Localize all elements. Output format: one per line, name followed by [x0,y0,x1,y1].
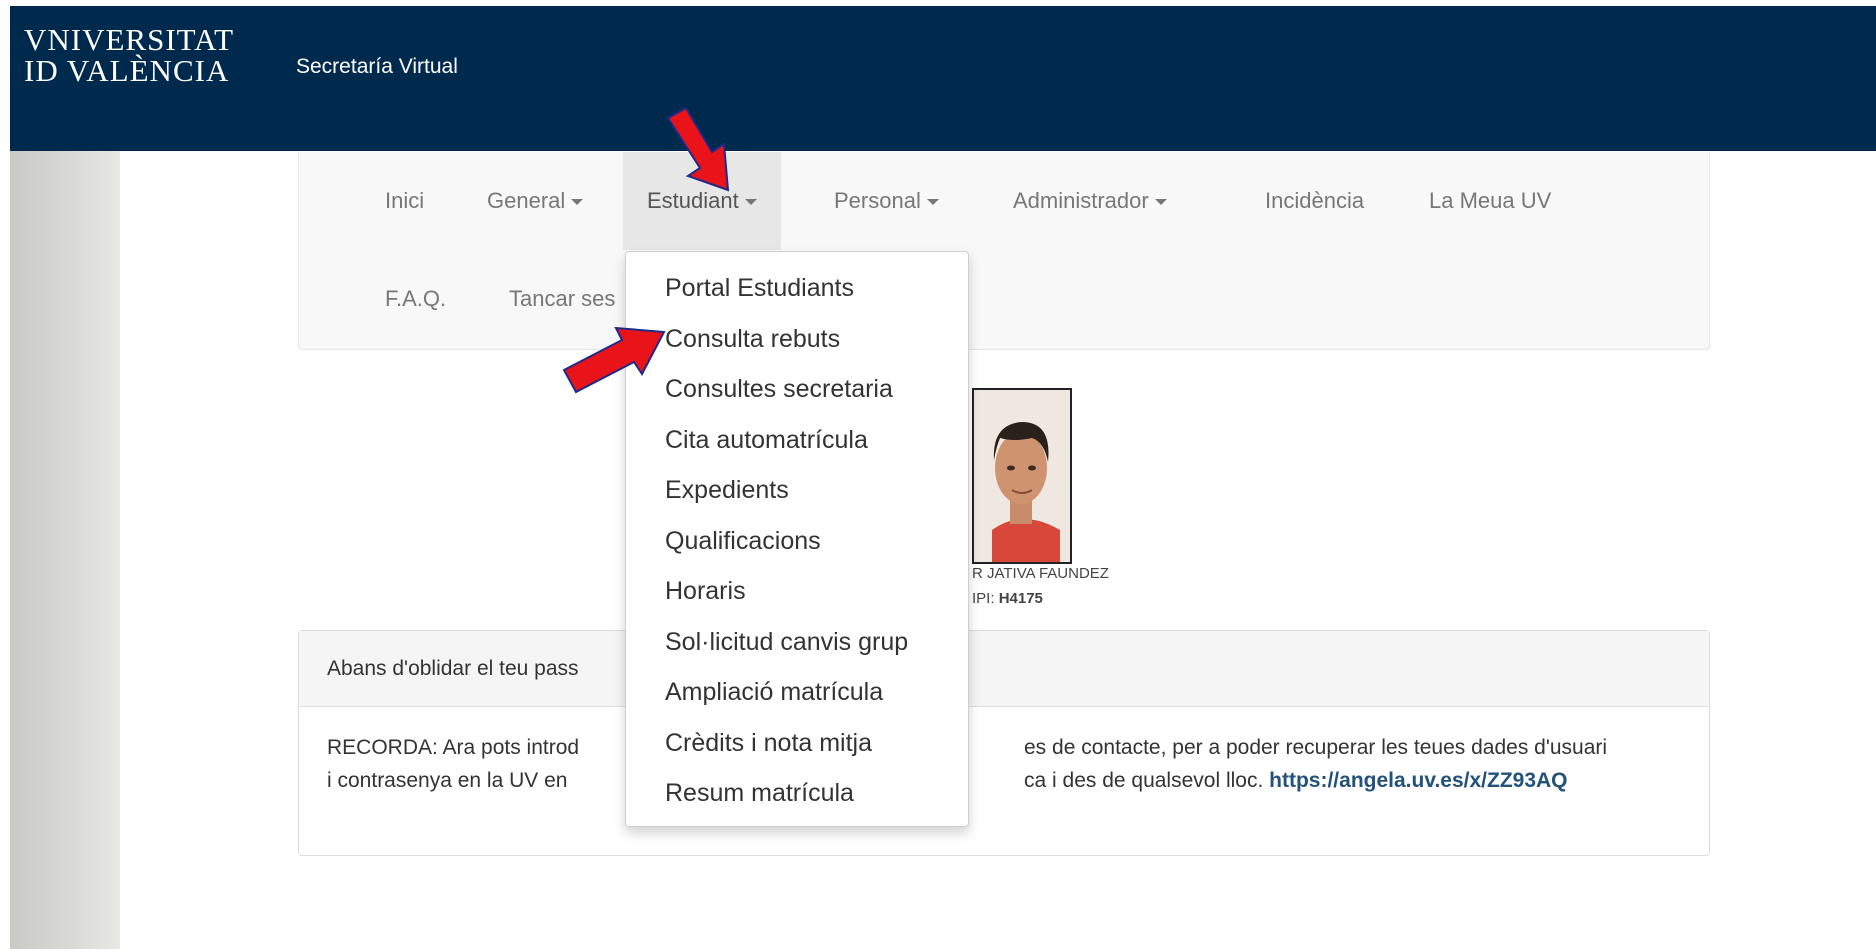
user-name: R JATIVA FAUNDEZ [972,565,1109,582]
notice-text: es de contacte, per a poder recuperar le… [1024,736,1608,759]
main-navbar: Inici General Estudiant Personal Adminis… [298,152,1710,350]
notice-line-1: RECORDA: Ara pots introd es de contacte,… [327,731,1681,764]
user-profile [972,388,1072,564]
nav-item-label: La Meua UV [1429,188,1552,213]
estudiant-dropdown-menu: Portal Estudiants Consulta rebuts Consul… [625,251,969,827]
nip-label: IPI: [972,590,995,607]
nav-item-administrador[interactable]: Administrador [989,152,1191,250]
menu-item-ampliacio-matricula[interactable]: Ampliació matrícula [626,667,968,718]
menu-item-credits-nota-mitja[interactable]: Crèdits i nota mitja [626,718,968,769]
notice-line-2: i contrasenya en la UV en ca i des de qu… [327,764,1681,797]
notice-text: RECORDA: Ara pots introd [327,736,580,759]
user-photo-avatar [972,388,1072,564]
caret-down-icon [1154,199,1167,206]
menu-item-cita-automatricula[interactable]: Cita automatrícula [626,415,968,466]
red-arrow-right-icon [562,326,666,394]
nav-item-la-meua-uv[interactable]: La Meua UV [1405,152,1575,250]
nav-item-general[interactable]: General [463,152,607,250]
notice-text: i contrasenya en la UV en [327,769,568,792]
nip-value: H4175 [998,590,1043,607]
left-sidebar-strip [10,151,120,949]
app-title[interactable]: Secretaría Virtual [296,55,458,79]
menu-item-portal-estudiants[interactable]: Portal Estudiants [626,263,968,314]
nav-item-inici[interactable]: Inici [361,152,448,250]
menu-item-horaris[interactable]: Horaris [626,566,968,617]
notice-body: RECORDA: Ara pots introd es de contacte,… [299,707,1709,821]
red-arrow-down-icon [666,108,730,192]
logo-line-1: VNIVERSITAT [24,22,235,57]
nav-item-incidencia[interactable]: Incidència [1241,152,1388,250]
menu-item-expedients[interactable]: Expedients [626,465,968,516]
nav-item-personal[interactable]: Personal [810,152,963,250]
caret-down-icon [926,199,939,206]
top-header-bar: VNIVERSITAT ID VALÈNCIA Secretaría Virtu… [10,6,1876,151]
nav-item-faq[interactable]: F.A.Q. [361,250,470,348]
portrait-image [974,390,1070,562]
menu-item-consulta-rebuts[interactable]: Consulta rebuts [626,314,968,365]
nav-item-label: F.A.Q. [385,286,447,311]
menu-item-qualificacions[interactable]: Qualificacions [626,516,968,567]
nav-item-label: Incidència [1265,188,1365,213]
nav-item-label: General [487,188,566,213]
university-logo[interactable]: VNIVERSITAT ID VALÈNCIA [24,24,234,86]
nav-item-label: Administrador [1013,188,1149,213]
notice-heading: Abans d'oblidar el teu pass [299,631,1709,707]
nav-item-label: Personal [834,188,921,213]
menu-item-consultes-secretaria[interactable]: Consultes secretaria [626,364,968,415]
notice-panel: Abans d'oblidar el teu pass RECORDA: Ara… [298,630,1710,856]
caret-down-icon [571,199,584,206]
menu-item-resum-matricula[interactable]: Resum matrícula [626,768,968,819]
nav-item-label: Tancar ses [509,286,616,311]
notice-text: ca i des de qualsevol lloc. [1024,769,1264,792]
recovery-link[interactable]: https://angela.uv.es/x/ZZ93AQ [1269,769,1567,792]
menu-item-sollicitud-canvis-grup[interactable]: Sol·licitud canvis grup [626,617,968,668]
user-nip: IPI: H4175 [972,590,1043,607]
nav-item-label: Inici [385,188,425,213]
caret-down-icon [744,199,757,206]
logo-line-2: ID VALÈNCIA [24,53,230,88]
